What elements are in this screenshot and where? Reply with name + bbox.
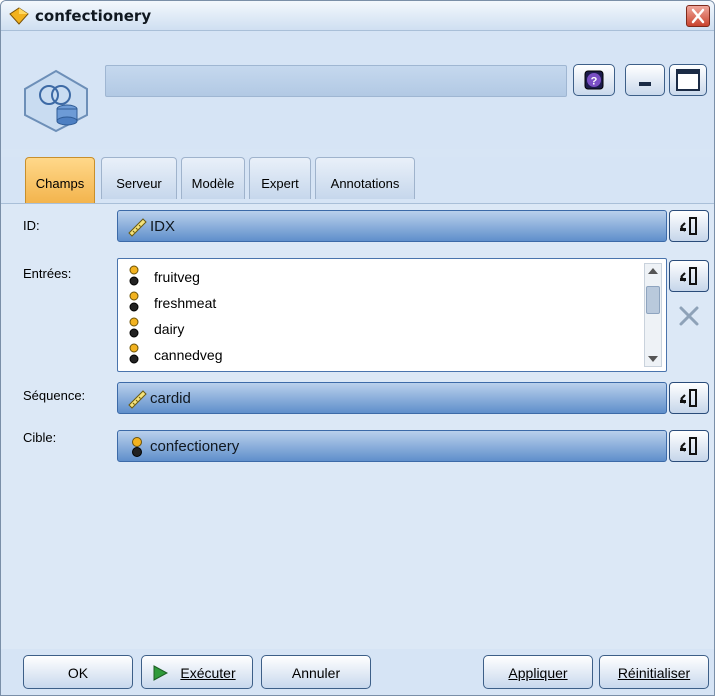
sequence-picker-button[interactable] [669, 382, 709, 414]
button-bar: OK Exécuter Annuler Appliquer Réinitiali… [1, 649, 714, 695]
tab-label: Annotations [330, 176, 400, 191]
tab-champs[interactable]: Champs [25, 157, 95, 203]
flag-icon [129, 291, 139, 312]
svg-text:?: ? [591, 76, 598, 88]
tab-label: Modèle [191, 176, 235, 191]
target-field[interactable]: confectionery [117, 430, 667, 462]
cancel-button[interactable]: Annuler [261, 655, 371, 689]
play-icon [153, 665, 168, 681]
list-item-label: dairy [154, 321, 185, 337]
window-title: confectionery [35, 7, 152, 25]
reset-button[interactable]: Réinitialiser [599, 655, 709, 689]
field-picker-icon [680, 267, 697, 285]
tab-label: Serveur [116, 176, 162, 191]
reset-label: Réinitialiser [617, 665, 691, 681]
tab-expert[interactable]: Expert [249, 157, 311, 199]
tab-label: Expert [261, 176, 299, 191]
minimize-icon [639, 82, 651, 86]
tab-bar: Champs Serveur Modèle Expert Annotations [1, 157, 714, 203]
run-label: Exécuter [180, 665, 236, 681]
id-value: IDX [150, 218, 176, 235]
id-picker-button[interactable] [669, 210, 709, 242]
target-value: confectionery [150, 438, 240, 455]
diamond-icon [9, 7, 29, 25]
inputs-label: Entrées: [23, 266, 72, 281]
target-picker-button[interactable] [669, 430, 709, 462]
ruler-icon [128, 390, 147, 409]
ok-button[interactable]: OK [23, 655, 133, 689]
association-node-icon [24, 69, 88, 133]
question-icon: ? [584, 70, 604, 90]
help-button[interactable]: ? [573, 64, 615, 96]
flag-icon [129, 343, 139, 364]
sequence-field[interactable]: cardid [117, 382, 667, 414]
field-picker-icon [680, 217, 697, 235]
remove-icon [679, 306, 699, 326]
list-item-label: fruitveg [154, 269, 200, 285]
cancel-label: Annuler [291, 665, 341, 681]
id-field[interactable]: IDX [117, 210, 667, 242]
field-picker-icon [680, 389, 697, 407]
run-button[interactable]: Exécuter [141, 655, 253, 689]
target-label: Cible: [23, 430, 57, 445]
inputs-list[interactable]: fruitveg freshmeat dairy cannedveg [117, 258, 667, 372]
tab-modele[interactable]: Modèle [181, 157, 245, 199]
list-scrollbar[interactable] [644, 263, 662, 367]
apply-label: Appliquer [508, 665, 568, 681]
maximize-button[interactable] [669, 64, 707, 96]
flag-icon [132, 437, 142, 457]
ok-label: OK [67, 665, 89, 681]
remove-field-button[interactable] [671, 302, 707, 332]
fields-panel: ID: IDX Entrées: fruitveg freshmeat dair… [1, 203, 714, 649]
flag-icon [129, 265, 139, 286]
close-icon [691, 8, 705, 24]
sequence-value: cardid [150, 390, 191, 407]
dialog-window: confectionery ? Champs Serveur Modèle Ex… [0, 0, 715, 696]
title-bar: confectionery [1, 1, 714, 31]
tab-label: Champs [35, 176, 85, 191]
scroll-thumb[interactable] [646, 286, 660, 314]
tab-annotations[interactable]: Annotations [315, 157, 415, 199]
close-button[interactable] [686, 5, 710, 27]
field-picker-icon [680, 437, 697, 455]
list-item-label: freshmeat [154, 295, 217, 311]
ruler-icon [128, 218, 147, 237]
flag-icon [129, 317, 139, 338]
scroll-up-icon [648, 268, 658, 274]
minimize-button[interactable] [625, 64, 665, 96]
node-header: ? [1, 31, 714, 149]
id-label: ID: [23, 218, 40, 233]
apply-button[interactable]: Appliquer [483, 655, 593, 689]
sequence-label: Séquence: [23, 388, 86, 403]
tab-serveur[interactable]: Serveur [101, 157, 177, 199]
maximize-icon [676, 69, 700, 91]
inputs-picker-button[interactable] [669, 260, 709, 292]
node-name-field[interactable] [105, 65, 567, 97]
list-item-label: cannedveg [154, 347, 223, 363]
scroll-down-icon [648, 356, 658, 362]
